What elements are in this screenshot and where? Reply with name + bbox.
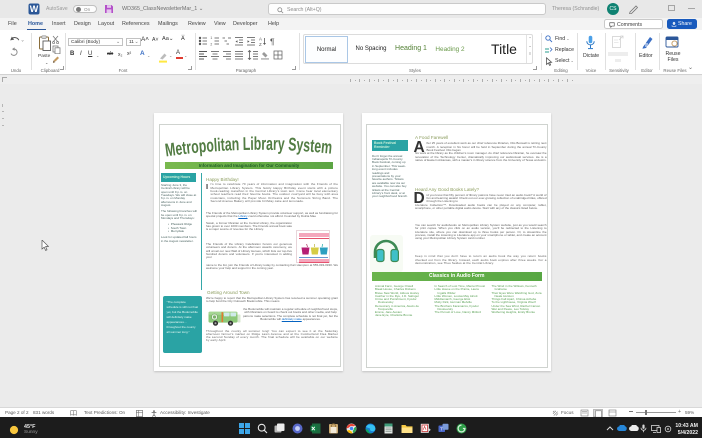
svg-text:⌄: ⌄ (21, 38, 25, 44)
svg-text:Z: Z (259, 42, 262, 46)
svg-text:T: T (440, 426, 443, 431)
svg-text:¶: ¶ (270, 37, 275, 46)
svg-text:A: A (259, 36, 262, 41)
svg-text:2: 2 (210, 42, 212, 46)
svg-text:1: 1 (210, 36, 212, 40)
svg-text:W: W (30, 4, 39, 14)
svg-text:Metropolitan Library System: Metropolitan Library System (164, 133, 334, 159)
